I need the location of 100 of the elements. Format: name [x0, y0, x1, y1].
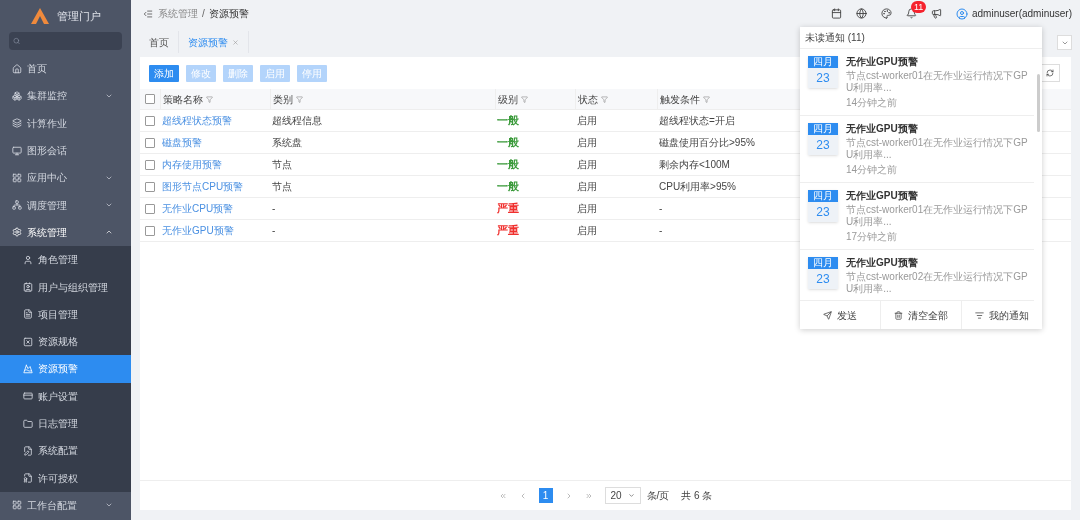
notification-time: 14分钟之前 [846, 96, 899, 110]
notification-item[interactable]: 四月 23 无作业GPU预警 节点cst-worker01在无作业运行情况下GPU利用率... 14分钟之前 [800, 49, 1034, 116]
filter-icon[interactable] [601, 95, 608, 103]
toolbar-button[interactable]: 添加 [149, 64, 179, 82]
popup-title: 未读通知 (11) [805, 31, 865, 45]
notification-body: 节点cst-worker01在无作业运行情况下GPU利用率... [846, 204, 1029, 228]
filter-icon[interactable] [703, 95, 710, 103]
total-count: 共 6 条 [681, 489, 713, 503]
sidebar-menu-item[interactable]: 应用中心 [0, 164, 131, 192]
policy-name-link[interactable]: 图形节点CPU预警 [162, 181, 244, 192]
page-size-unit: 条/页 [646, 489, 670, 503]
page-number-button[interactable]: 1 [538, 488, 553, 503]
table-cell: 启用 [577, 115, 597, 126]
level-text: 一般 [497, 136, 519, 149]
user-icon [23, 254, 33, 265]
table-cell: 超线程状态=开启 [659, 115, 735, 126]
filter-icon[interactable] [521, 95, 528, 103]
page-tab[interactable]: 首页 [140, 31, 179, 53]
search-field[interactable] [9, 32, 122, 50]
policy-name-link[interactable]: 无作业CPU预警 [162, 203, 234, 214]
send-icon [823, 310, 832, 320]
breadcrumb-item[interactable]: 系统管理 [158, 6, 198, 21]
globe-icon[interactable] [855, 8, 867, 19]
sidebar-menu-item[interactable]: 系统管理 [0, 218, 131, 247]
popup-action-button[interactable]: 清空全部 [880, 301, 961, 329]
sidebar-menu-item[interactable]: 工作台配置 [0, 491, 131, 520]
row-checkbox[interactable] [145, 159, 155, 170]
table-cell: 系统盘 [272, 137, 302, 148]
list-icon [975, 310, 984, 320]
notification-item[interactable]: 四月 23 无作业GPU预警 节点cst-worker02在无作业运行情况下GPU利用率... [800, 250, 1034, 301]
policy-name-link[interactable]: 磁盘预警 [162, 137, 202, 148]
caret-icon [627, 492, 635, 499]
filter-icon[interactable] [206, 95, 213, 103]
popup-action-button[interactable]: 发送 [800, 301, 880, 329]
policy-name-link[interactable]: 超线程状态预警 [162, 115, 232, 126]
sidebar-menu-item[interactable]: 首页 [0, 55, 131, 83]
sidebar-menu-item[interactable]: 计算作业 [0, 109, 131, 137]
select-all-checkbox[interactable] [145, 94, 155, 104]
sidebar-menu-item[interactable]: 图形会话 [0, 136, 131, 165]
sidebar-submenu-item[interactable]: 项目管理 [0, 300, 131, 328]
filter-icon[interactable] [296, 95, 303, 103]
policy-name-link[interactable]: 内存使用预警 [162, 159, 222, 170]
table-cell: 启用 [577, 225, 597, 236]
notification-time: 17分钟之前 [846, 230, 899, 244]
notification-title: 无作业GPU预警 [846, 55, 919, 69]
table-cell: 磁盘使用百分比>95% [659, 137, 755, 148]
sidebar-menu-item[interactable]: 集群监控 [0, 82, 131, 110]
mountain-icon [23, 363, 33, 374]
level-text: 一般 [497, 114, 519, 127]
table-cell: 启用 [577, 203, 597, 214]
trash-icon [894, 310, 903, 320]
policy-name-link[interactable]: 无作业GPU预警 [162, 225, 234, 236]
notification-item[interactable]: 四月 23 无作业GPU预警 节点cst-worker01在无作业运行情况下GPU利用率... 17分钟之前 [800, 183, 1034, 250]
table-cell: 启用 [577, 159, 597, 170]
page-tab[interactable]: 资源预警 [179, 31, 249, 53]
row-checkbox[interactable] [145, 225, 155, 236]
home-icon [12, 63, 22, 74]
calendar-icon[interactable] [830, 8, 842, 19]
column-header: 状态 [578, 92, 598, 107]
table-cell: - [659, 203, 663, 214]
close-icon[interactable] [232, 38, 239, 46]
table-cell: - [659, 225, 663, 236]
user-avatar-icon[interactable] [955, 7, 968, 20]
scrollbar-thumb[interactable] [1037, 74, 1040, 132]
sidebar-submenu-item[interactable]: 系统配置 [0, 437, 131, 465]
megaphone-icon[interactable] [930, 8, 942, 19]
notification-item[interactable]: 四月 23 无作业GPU预警 节点cst-worker01在无作业运行情况下GPU利用率... 14分钟之前 [800, 116, 1034, 183]
logo-icon [30, 8, 49, 24]
grid-icon [12, 172, 22, 183]
column-header: 策略名称 [163, 92, 203, 107]
column-header: 级别 [498, 92, 518, 107]
notification-bell-icon[interactable] [905, 8, 917, 19]
sidebar-submenu-item[interactable]: 资源规格 [0, 327, 131, 356]
first-page-icon[interactable] [498, 491, 507, 500]
level-text: 严重 [497, 202, 519, 215]
column-header: 类别 [273, 92, 293, 107]
page-size-select[interactable]: 20 [604, 487, 641, 504]
row-checkbox[interactable] [145, 115, 155, 126]
table-cell: CPU利用率>95% [659, 181, 736, 192]
row-checkbox[interactable] [145, 203, 155, 214]
sidebar-submenu-item[interactable]: 许可授权 [0, 464, 131, 492]
user-name[interactable]: adminuser(adminuser) [971, 6, 1072, 21]
menu-collapse-icon[interactable] [143, 8, 153, 19]
sidebar-submenu-item[interactable]: 日志管理 [0, 409, 131, 438]
last-page-icon[interactable] [584, 491, 593, 500]
crossed-box-icon [23, 336, 33, 347]
sidebar-submenu-item[interactable]: 资源预警 [0, 355, 131, 383]
column-header: 触发条件 [660, 92, 700, 107]
row-checkbox[interactable] [145, 137, 155, 148]
sidebar-menu-item[interactable]: 调度管理 [0, 191, 131, 219]
level-text: 一般 [497, 180, 519, 193]
table-cell: 节点 [272, 181, 292, 192]
sidebar-submenu-item[interactable]: 角色管理 [0, 246, 131, 274]
row-checkbox[interactable] [145, 181, 155, 192]
notification-body: 节点cst-worker01在无作业运行情况下GPU利用率... [846, 137, 1029, 161]
sidebar-submenu-item[interactable]: 账户设置 [0, 382, 131, 410]
palette-icon[interactable] [880, 8, 892, 19]
table-cell: 启用 [577, 181, 597, 192]
popup-action-button[interactable]: 我的通知 [961, 301, 1042, 329]
sidebar-submenu-item[interactable]: 用户与组织管理 [0, 273, 131, 301]
